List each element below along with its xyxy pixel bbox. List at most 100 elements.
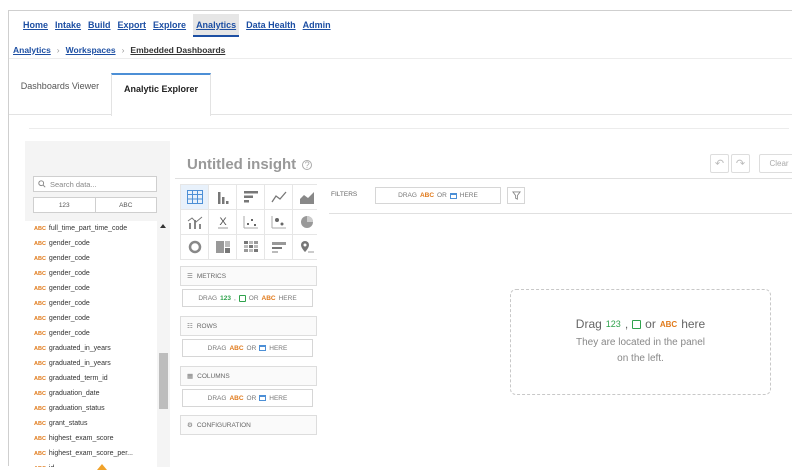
field-list: ABC full_time_part_time_code ABC gender_co…: [25, 221, 157, 467]
clear-button[interactable]: Clear: [759, 154, 792, 173]
filter-button[interactable]: [507, 187, 525, 204]
list-icon: ☰: [187, 273, 193, 280]
geo-chart-icon[interactable]: [293, 235, 320, 259]
list-item[interactable]: ABC gender_code: [25, 266, 157, 281]
line-chart-icon[interactable]: [265, 185, 292, 209]
nav-build[interactable]: Build: [88, 20, 111, 30]
list-item[interactable]: ABC graduated_term_id: [25, 371, 157, 386]
divider: [175, 178, 792, 179]
treemap-icon[interactable]: [209, 235, 236, 259]
list-item[interactable]: ABC gender_code: [25, 281, 157, 296]
list-item[interactable]: ABC graduation_status: [25, 401, 157, 416]
text-type-icon: ABC: [34, 300, 46, 307]
rows-drop-target[interactable]: DRAG ABC OR HERE: [182, 339, 313, 357]
headline-icon[interactable]: X: [209, 210, 236, 234]
search-placeholder: Search data...: [50, 179, 97, 189]
list-item[interactable]: ABC gender_code: [25, 296, 157, 311]
list-item[interactable]: ABC graduation_date: [25, 386, 157, 401]
text-type-icon: ABC: [34, 240, 46, 247]
breadcrumb: Analytics › Workspaces › Embedded Dashbo…: [9, 41, 792, 59]
field-list-scrollbar[interactable]: [157, 221, 170, 467]
insight-title[interactable]: Untitled insight ?: [187, 156, 313, 173]
combo-chart-icon[interactable]: [181, 210, 208, 234]
nav-analytics[interactable]: Analytics: [193, 13, 240, 37]
top-nav: Home Intake Build Export Explore Analyti…: [9, 11, 792, 39]
nav-explore[interactable]: Explore: [153, 20, 186, 30]
list-item[interactable]: ABC gender_code: [25, 311, 157, 326]
help-icon[interactable]: ?: [302, 159, 313, 170]
filter-drop-target[interactable]: DRAG ABC OR HERE: [375, 187, 501, 204]
nav-export[interactable]: Export: [118, 20, 147, 30]
heatmap-icon[interactable]: [237, 235, 264, 259]
list-item[interactable]: ABC gender_code: [25, 251, 157, 266]
configuration-section[interactable]: ⚙ CONFIGURATION: [180, 415, 317, 435]
columns-bucket-header: ▦ COLUMNS: [180, 366, 317, 386]
breadcrumb-analytics[interactable]: Analytics: [13, 45, 51, 55]
scatter-plot-icon[interactable]: [237, 210, 264, 234]
nav-admin[interactable]: Admin: [303, 20, 331, 30]
column-chart-icon[interactable]: [209, 185, 236, 209]
tab-dashboards-viewer[interactable]: Dashboards Viewer: [11, 73, 109, 115]
tab-analytic-explorer[interactable]: Analytic Explorer: [111, 73, 211, 116]
app-frame: Home Intake Build Export Explore Analyti…: [8, 10, 792, 470]
text-type-icon: ABC: [34, 435, 46, 442]
bar-chart-icon[interactable]: [237, 185, 264, 209]
donut-chart-icon[interactable]: [181, 235, 208, 259]
scrollbar-thumb[interactable]: [159, 353, 168, 409]
bubble-chart-icon[interactable]: [265, 210, 292, 234]
search-icon: [38, 180, 46, 188]
text-type-icon: ABC: [34, 420, 46, 427]
scroll-up-icon[interactable]: [160, 224, 166, 228]
list-item[interactable]: ABCid: [25, 461, 157, 467]
nav-home[interactable]: Home: [23, 20, 48, 30]
text-type-icon: ABC: [34, 450, 46, 457]
svg-text:X: X: [219, 216, 227, 228]
text-type-icon: ABC: [34, 315, 46, 322]
list-item[interactable]: ABC highest_exam_score: [25, 431, 157, 446]
text-type-icon: ABC: [34, 360, 46, 367]
breadcrumb-embedded-dashboards[interactable]: Embedded Dashboards: [130, 45, 225, 55]
redo-button[interactable]: ↷: [731, 154, 750, 173]
tab-bar: Dashboards Viewer Analytic Explorer: [9, 73, 792, 116]
text-type-icon: ABC: [34, 330, 46, 337]
metrics-drop-target[interactable]: DRAG 123 , OR ABC HERE: [182, 289, 313, 307]
date-icon: [259, 345, 267, 351]
drop-zone-hint: They are located in the panel on the lef…: [576, 337, 705, 364]
text-type-icon: ABC: [34, 345, 46, 352]
table-viz-icon[interactable]: [181, 185, 208, 209]
undo-icon: ↶: [714, 158, 725, 170]
text-type-icon: ABC: [34, 270, 46, 277]
pie-chart-icon[interactable]: [293, 210, 320, 234]
text-type-icon: ABC: [34, 225, 46, 232]
attribute-icon: [238, 294, 246, 302]
analytic-explorer-panel: Search data... 123 ABC ABC full_time_part…: [25, 141, 792, 470]
list-item[interactable]: ABC highest_exam_score_per...: [25, 446, 157, 461]
undo-button[interactable]: ↶: [710, 154, 729, 173]
columns-icon: ▦: [187, 373, 194, 380]
divider: [329, 213, 792, 214]
rows-bucket-header: ☷ ROWS: [180, 316, 317, 336]
text-type-icon: ABC: [34, 285, 46, 292]
data-catalog-panel: Search data... 123 ABC ABC full_time_part…: [25, 141, 170, 470]
visualization-picker: X: [180, 184, 320, 260]
text-type-icon: ABC: [34, 255, 46, 262]
type-filter: 123 ABC: [33, 197, 157, 213]
list-item[interactable]: ABC gender_code: [25, 236, 157, 251]
nav-data-health[interactable]: Data Health: [246, 20, 296, 30]
bullet-chart-icon[interactable]: [265, 235, 292, 259]
list-item[interactable]: ABC grant_status: [25, 416, 157, 431]
text-type-icon: ABC: [34, 390, 46, 397]
breadcrumb-workspaces[interactable]: Workspaces: [66, 45, 116, 55]
list-item[interactable]: ABC full_time_part_time_code: [25, 221, 157, 236]
columns-drop-target[interactable]: DRAG ABC OR HERE: [182, 389, 313, 407]
nav-intake[interactable]: Intake: [55, 20, 81, 30]
filter-text-button[interactable]: ABC: [94, 198, 157, 212]
canvas-drop-zone[interactable]: Drag 123 , or ABC here They are located …: [510, 289, 771, 395]
date-icon: [259, 395, 267, 401]
area-chart-icon[interactable]: [293, 185, 320, 209]
search-input[interactable]: Search data...: [33, 176, 157, 192]
list-item[interactable]: ABC graduated_in_years: [25, 341, 157, 356]
list-item[interactable]: ABC graduated_in_years: [25, 356, 157, 371]
filter-numeric-button[interactable]: 123: [34, 198, 95, 212]
list-item[interactable]: ABC gender_code: [25, 326, 157, 341]
